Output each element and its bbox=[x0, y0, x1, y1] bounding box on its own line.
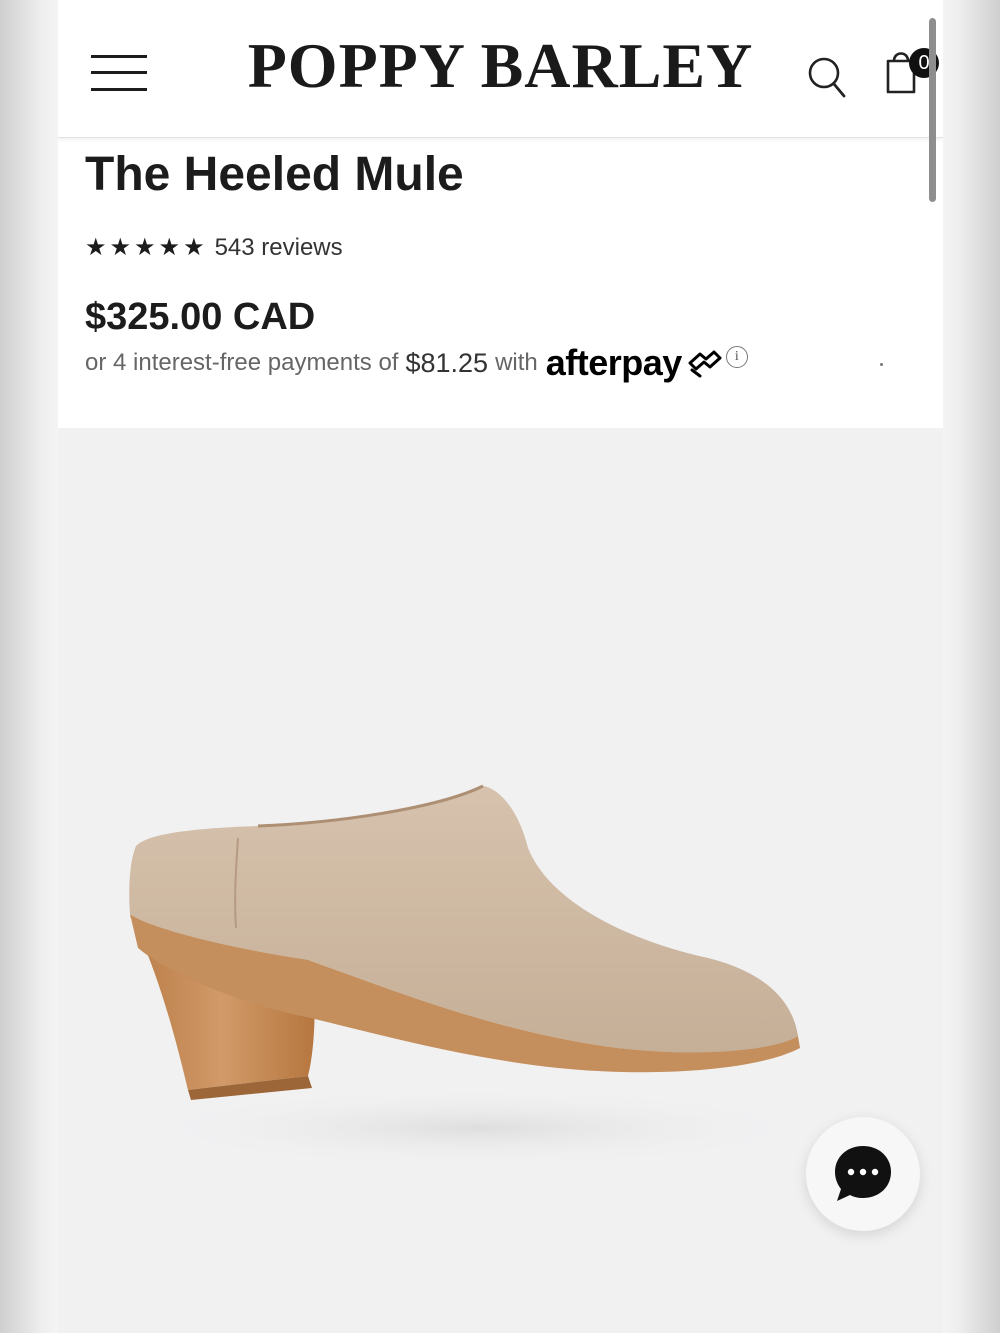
afterpay-prefix: or 4 interest-free payments of bbox=[85, 349, 399, 376]
search-icon[interactable] bbox=[806, 54, 848, 100]
star-icon: ★ bbox=[183, 234, 205, 261]
product-title: The Heeled Mule bbox=[85, 148, 464, 201]
reviews-link[interactable]: 543 reviews bbox=[215, 234, 343, 262]
star-icon: ★ bbox=[85, 234, 107, 261]
chat-button[interactable] bbox=[806, 1117, 920, 1231]
star-icon: ★ bbox=[134, 234, 156, 261]
afterpay-suffix: with bbox=[495, 349, 538, 376]
chat-bubble-icon bbox=[835, 1146, 891, 1201]
star-rating: ★ ★ ★ ★ ★ bbox=[85, 236, 205, 260]
product-price: $325.00 CAD bbox=[85, 296, 316, 338]
afterpay-message: or 4 interest-free payments of $81.25 wi… bbox=[85, 342, 748, 384]
star-icon: ★ bbox=[158, 234, 181, 261]
scrollbar[interactable] bbox=[929, 18, 936, 202]
site-header: POPPY BARLEY bbox=[58, 0, 943, 138]
divider-dot bbox=[880, 363, 883, 366]
afterpay-amount: $81.25 bbox=[405, 347, 489, 378]
afterpay-arrows-icon bbox=[688, 350, 722, 378]
menu-icon[interactable] bbox=[91, 52, 147, 94]
product-page: POPPY BARLEY 0 The Heeled Mule ★ ★ ★ ★ ★ bbox=[58, 0, 943, 1333]
brand-logo[interactable]: POPPY BARLEY bbox=[188, 28, 813, 104]
screen: POPPY BARLEY 0 The Heeled Mule ★ ★ ★ ★ ★ bbox=[0, 0, 1000, 1333]
product-rating[interactable]: ★ ★ ★ ★ ★ 543 reviews bbox=[85, 231, 343, 265]
product-info: The Heeled Mule ★ ★ ★ ★ ★ 543 reviews $3… bbox=[58, 137, 943, 428]
star-icon: ★ bbox=[109, 234, 132, 261]
info-icon[interactable]: i bbox=[725, 346, 748, 368]
afterpay-logo: afterpay bbox=[545, 342, 683, 383]
